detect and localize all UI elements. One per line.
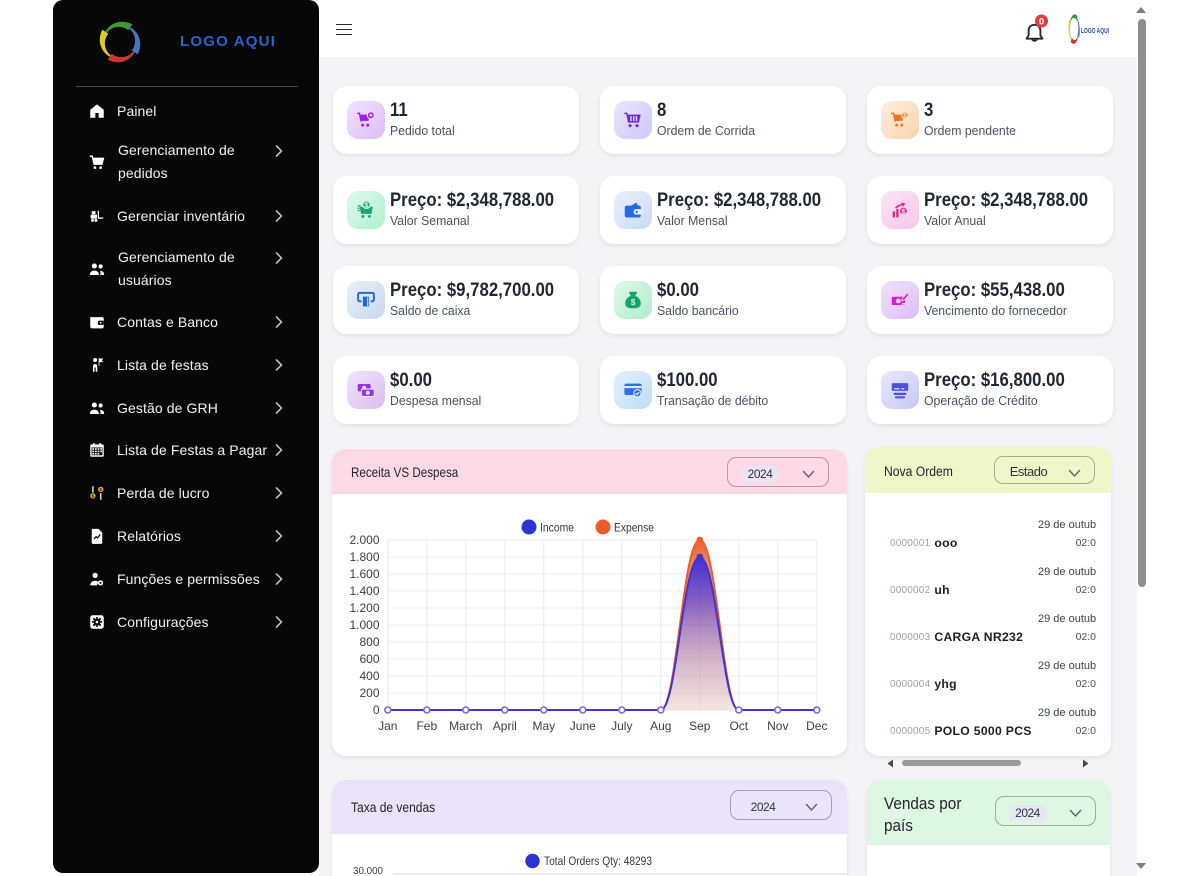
svg-text:June: June	[570, 719, 596, 733]
svg-text:$: $	[365, 202, 369, 209]
svg-text:Total Orders Qty: 48293: Total Orders Qty: 48293	[544, 856, 652, 868]
svg-text:LOGO AQUI: LOGO AQUI	[1081, 26, 1109, 35]
svg-text:Nov: Nov	[767, 719, 788, 733]
svg-text:$: $	[903, 113, 907, 120]
svg-text:0: 0	[1039, 16, 1044, 27]
svg-text:Expense: Expense	[614, 521, 654, 535]
svg-text:1.800: 1.800	[349, 550, 379, 564]
svg-text:600: 600	[359, 652, 379, 666]
svg-text:$: $	[92, 494, 95, 500]
svg-text:Oct: Oct	[729, 719, 748, 733]
svg-text:Jan: Jan	[378, 719, 397, 733]
svg-text:2.000: 2.000	[349, 533, 379, 547]
svg-text:Sep: Sep	[689, 719, 711, 733]
svg-text:1.400: 1.400	[349, 584, 379, 598]
svg-text:1.000: 1.000	[349, 618, 379, 632]
svg-text:March: March	[449, 719, 482, 733]
svg-text:1.600: 1.600	[349, 567, 379, 581]
svg-text:Dec: Dec	[806, 719, 827, 733]
svg-text:400: 400	[359, 669, 379, 683]
svg-text:0: 0	[373, 703, 380, 717]
svg-text:$: $	[631, 298, 636, 307]
svg-text:Aug: Aug	[650, 719, 671, 733]
svg-text:800: 800	[359, 635, 379, 649]
svg-text:200: 200	[359, 686, 379, 700]
svg-text:Feb: Feb	[416, 719, 437, 733]
svg-text:30.000: 30.000	[353, 865, 383, 876]
svg-text:1.200: 1.200	[349, 601, 379, 615]
svg-text:July: July	[611, 719, 632, 733]
svg-text:Income: Income	[540, 521, 574, 535]
svg-text:May: May	[532, 719, 555, 733]
svg-text:April: April	[493, 719, 517, 733]
svg-text:$: $	[901, 207, 905, 216]
svg-text:$: $	[99, 487, 102, 493]
